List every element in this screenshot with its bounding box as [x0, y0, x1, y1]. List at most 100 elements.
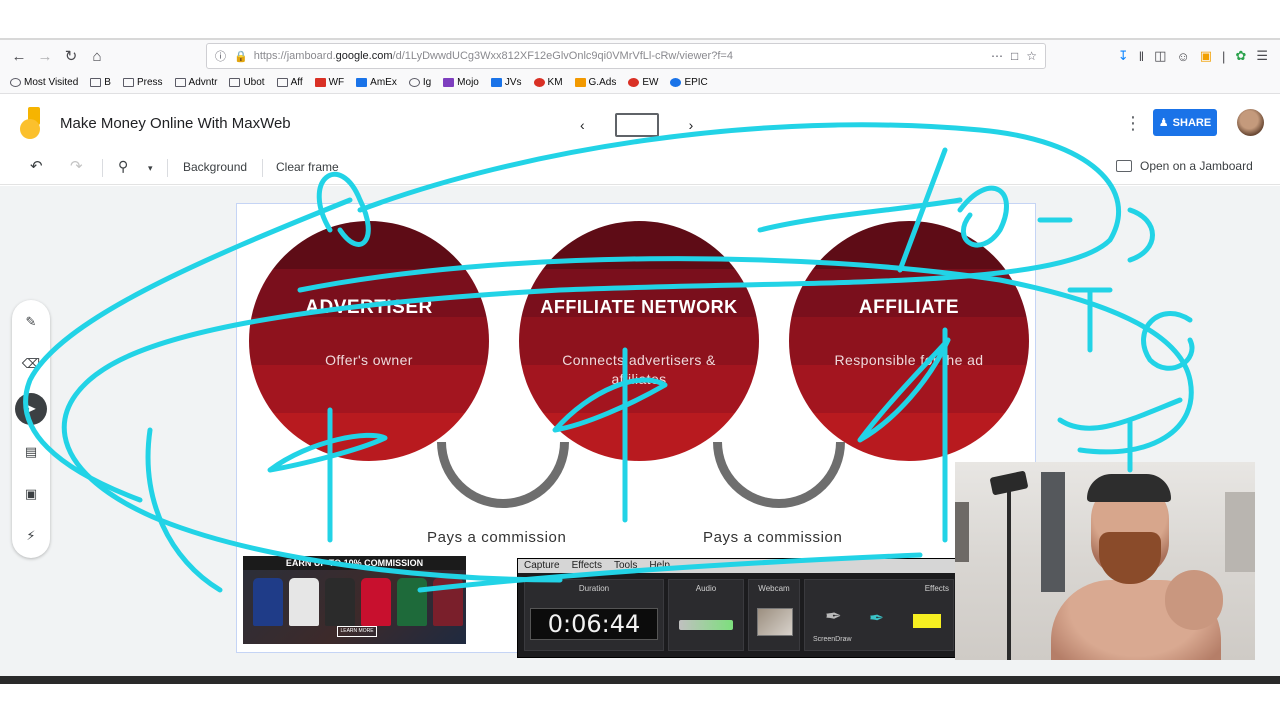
bookmark-advntr[interactable]: Advntr — [174, 77, 217, 88]
folder-icon — [229, 78, 241, 87]
select-cursor-icon[interactable]: ➤ — [15, 393, 47, 425]
webcam-thumbnail[interactable] — [757, 608, 793, 636]
bookmark-amex[interactable]: AmEx — [356, 77, 397, 88]
jamboard-logo-icon[interactable] — [20, 107, 42, 139]
highlight-color-swatch[interactable] — [913, 614, 941, 628]
taskbar-strip — [0, 676, 1280, 684]
prev-frame-icon[interactable]: ‹ — [580, 117, 585, 133]
back-icon[interactable]: ← — [6, 43, 32, 69]
ad-learn-more-button[interactable]: LEARN MORE — [337, 626, 377, 637]
menu-effects[interactable]: Effects — [572, 559, 602, 573]
more-icon[interactable]: ⋯ — [991, 49, 1003, 63]
url-bar[interactable]: ⓘ 🔒 https://jamboard. google.com/d/1LyDww… — [206, 43, 1046, 69]
audio-panel: Audio — [668, 579, 744, 651]
bookmark-epic[interactable]: EPIC — [670, 77, 708, 88]
frame-navigator: ‹ › — [580, 113, 693, 137]
presenter-beard — [1099, 532, 1161, 584]
bookmark-aff[interactable]: Aff — [276, 77, 303, 88]
sticky-note-icon[interactable]: ▤ — [21, 442, 41, 462]
toolbar-icons: ↧ ‖ ◫ ☺ ▣ | ✿ ☰ — [1118, 43, 1268, 69]
divider-icon: | — [1222, 48, 1226, 64]
bookmark-ig[interactable]: Ig — [408, 77, 431, 88]
share-button[interactable]: ♟ SHARE — [1153, 109, 1217, 136]
folder-icon — [276, 78, 288, 87]
menu-icon[interactable]: ☰ — [1256, 48, 1268, 64]
frame-thumbnail[interactable] — [614, 113, 659, 137]
mojo-icon — [443, 78, 455, 87]
menu-tools[interactable]: Tools — [614, 559, 637, 573]
drawing-toolbar: ✎ ⌫ ➤ ▤ ▣ ⚡ — [12, 300, 50, 558]
open-on-jamboard-button[interactable]: Open on a Jamboard — [1116, 159, 1253, 173]
bookmark-mojo[interactable]: Mojo — [443, 77, 479, 88]
redo-icon[interactable]: ↷ — [70, 157, 83, 175]
duration-readout: 0:06:44 — [530, 608, 658, 640]
share-person-icon: ♟ — [1158, 117, 1169, 129]
eraser-icon[interactable]: ⌫ — [21, 354, 41, 374]
library-icon[interactable]: ‖ — [1139, 49, 1144, 64]
ad-banner[interactable]: EARN UP TO 10% COMMISSION LEARN MORE — [243, 556, 466, 644]
commission-label-left: Pays a commission — [427, 529, 567, 546]
toolbar-separator — [262, 159, 263, 177]
avatar[interactable] — [1237, 109, 1264, 136]
bookmark-star-icon[interactable]: ☆ — [1026, 49, 1037, 63]
background-button[interactable]: Background — [183, 160, 247, 174]
forward-icon[interactable]: → — [32, 43, 58, 69]
circle-title: AFFILIATE — [858, 297, 960, 318]
extension-lock-icon[interactable]: ▣ — [1200, 48, 1212, 64]
amex-icon — [356, 78, 368, 87]
reload-icon[interactable]: ↻ — [58, 43, 84, 69]
audio-level-slider[interactable] — [679, 620, 733, 630]
toolbar-separator — [102, 159, 103, 177]
url-host: google.com — [335, 50, 393, 62]
gear-icon — [10, 78, 21, 87]
zoom-icon[interactable]: ⚲ — [118, 158, 128, 175]
bookmark-jvs[interactable]: JVs — [490, 77, 522, 88]
download-icon[interactable]: ↧ — [1118, 48, 1129, 64]
laser-icon[interactable]: ⚡ — [21, 526, 41, 546]
webcam-overlay — [955, 462, 1255, 660]
folder-icon — [174, 78, 186, 87]
pen-color-icon[interactable]: ✒ — [869, 608, 884, 629]
extension-icon[interactable]: ✿ — [1235, 48, 1246, 64]
pocket-icon[interactable]: □ — [1011, 49, 1018, 63]
url-path: /d/1LyDwwdUCg3Wxx812XF12eGlvOnlc9qi0VMrV… — [392, 50, 733, 62]
bookmark-b[interactable]: B — [90, 77, 111, 88]
effects-label: Effects — [924, 584, 949, 593]
jam-title[interactable]: Make Money Online With MaxWeb — [60, 115, 291, 132]
bookmark-press[interactable]: Press — [122, 77, 163, 88]
jersey-image — [361, 578, 391, 626]
bookmark-ubot[interactable]: Ubot — [229, 77, 265, 88]
clear-frame-button[interactable]: Clear frame — [276, 160, 339, 174]
wf-icon — [314, 78, 326, 87]
more-options-icon[interactable]: ⋮ — [1124, 113, 1142, 134]
effects-panel: Effects ✒ ✒ ScreenDraw — [804, 579, 954, 651]
menu-capture[interactable]: Capture — [524, 559, 560, 573]
screen-recorder: Capture Effects Tools Help Duration 0:06… — [517, 558, 958, 658]
affiliate-network-circle: AFFILIATE NETWORK Connects advertisers &… — [519, 221, 759, 461]
bookmark-most-visited[interactable]: Most Visited — [10, 77, 78, 88]
presenter-cap — [1087, 474, 1171, 502]
bookmarks-bar: Most Visited B Press Advntr Ubot Aff WF … — [0, 72, 1280, 94]
jersey-image — [289, 578, 319, 626]
screendraw-pen-icon[interactable]: ✒ — [825, 604, 842, 629]
account-icon[interactable]: ☺ — [1176, 49, 1189, 64]
duration-panel: Duration 0:06:44 — [524, 579, 664, 651]
info-icon[interactable]: ⓘ — [215, 48, 226, 64]
menu-help[interactable]: Help — [649, 559, 670, 573]
undo-icon[interactable]: ↶ — [30, 157, 43, 175]
pen-icon[interactable]: ✎ — [21, 312, 41, 332]
affiliate-circle: AFFILIATE Responsible for the ad — [789, 221, 1029, 461]
bookmark-wf[interactable]: WF — [314, 77, 344, 88]
bookmark-ew[interactable]: EW — [628, 77, 658, 88]
bookmark-gads[interactable]: G.Ads — [574, 77, 616, 88]
commission-arc-left — [437, 442, 569, 508]
folder-icon — [122, 78, 134, 87]
zoom-dropdown-icon[interactable]: ▾ — [148, 163, 153, 174]
home-icon[interactable]: ⌂ — [84, 43, 110, 69]
sidebar-icon[interactable]: ◫ — [1154, 48, 1166, 64]
bookmark-km[interactable]: KM — [533, 77, 563, 88]
next-frame-icon[interactable]: › — [689, 117, 694, 133]
image-icon[interactable]: ▣ — [21, 484, 41, 504]
jersey-image — [433, 578, 463, 626]
folder-icon — [90, 78, 102, 87]
